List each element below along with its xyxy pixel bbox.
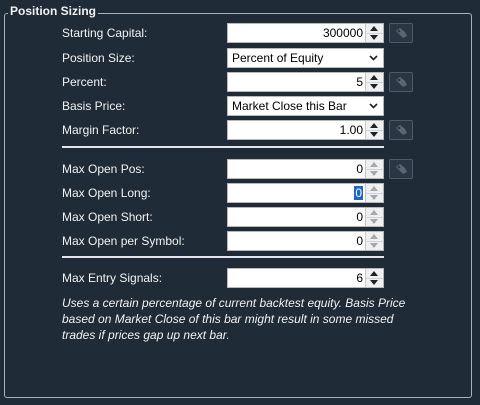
- optimize-icon: [396, 28, 407, 38]
- starting-capital-value: 300000: [322, 26, 363, 40]
- spin-up-icon[interactable]: [366, 208, 383, 217]
- spin-up-icon[interactable]: [366, 73, 383, 82]
- spin-arrows-icon[interactable]: [365, 121, 383, 139]
- spin-arrows-icon[interactable]: [365, 232, 383, 250]
- margin-factor-value: 1.00: [339, 123, 363, 137]
- starting-capital-field[interactable]: 300000: [227, 23, 384, 43]
- percent-field[interactable]: 5: [227, 72, 384, 92]
- spin-down-icon[interactable]: [366, 217, 383, 226]
- max-open-pos-optimize-button[interactable]: [389, 159, 413, 179]
- optimize-icon: [396, 125, 407, 135]
- optimize-icon: [396, 77, 407, 87]
- separator: [62, 146, 384, 148]
- spin-down-icon[interactable]: [366, 169, 383, 178]
- max-entry-signals-label: Max Entry Signals:: [62, 271, 163, 285]
- spin-arrows-icon[interactable]: [365, 73, 383, 91]
- description-text: Uses a certain percentage of current bac…: [62, 296, 406, 342]
- spin-down-icon[interactable]: [366, 193, 383, 202]
- max-open-short-field[interactable]: 0: [227, 207, 384, 227]
- percent-value: 5: [356, 75, 363, 89]
- optimize-icon: [396, 164, 407, 174]
- max-open-long-label: Max Open Long:: [62, 186, 151, 200]
- chevron-down-icon: [369, 103, 378, 109]
- spin-up-icon[interactable]: [366, 160, 383, 169]
- spin-arrows-icon[interactable]: [365, 269, 383, 287]
- spin-down-icon[interactable]: [366, 241, 383, 250]
- max-open-per-symbol-field[interactable]: 0: [227, 231, 384, 251]
- starting-capital-optimize-button[interactable]: [389, 23, 413, 43]
- max-open-long-value: 0: [354, 186, 363, 200]
- chevron-down-icon: [369, 55, 378, 61]
- spin-down-icon[interactable]: [366, 82, 383, 91]
- max-open-pos-value: 0: [356, 162, 363, 176]
- spin-up-icon[interactable]: [366, 184, 383, 193]
- basis-price-value: Market Close this Bar: [232, 99, 347, 113]
- margin-factor-field[interactable]: 1.00: [227, 120, 384, 140]
- position-size-label: Position Size:: [62, 51, 135, 65]
- max-open-pos-label: Max Open Pos:: [62, 162, 145, 176]
- spin-up-icon[interactable]: [366, 121, 383, 130]
- position-size-dropdown[interactable]: Percent of Equity: [227, 48, 384, 68]
- basis-price-dropdown[interactable]: Market Close this Bar: [227, 96, 384, 116]
- spin-arrows-icon[interactable]: [365, 184, 383, 202]
- basis-price-label: Basis Price:: [62, 99, 126, 113]
- max-entry-signals-field[interactable]: 6: [227, 268, 384, 288]
- max-open-short-value: 0: [356, 210, 363, 224]
- position-size-value: Percent of Equity: [232, 51, 324, 65]
- spin-up-icon[interactable]: [366, 232, 383, 241]
- max-open-long-field[interactable]: 0: [227, 183, 384, 203]
- max-open-per-symbol-value: 0: [356, 234, 363, 248]
- separator: [62, 256, 384, 258]
- spin-up-icon[interactable]: [366, 24, 383, 33]
- starting-capital-label: Starting Capital:: [62, 26, 148, 40]
- margin-factor-label: Margin Factor:: [62, 123, 140, 137]
- spin-arrows-icon[interactable]: [365, 24, 383, 42]
- percent-optimize-button[interactable]: [389, 72, 413, 92]
- spin-down-icon[interactable]: [366, 130, 383, 139]
- spin-arrows-icon[interactable]: [365, 160, 383, 178]
- spin-down-icon[interactable]: [366, 278, 383, 287]
- max-entry-signals-value: 6: [356, 271, 363, 285]
- max-open-pos-field[interactable]: 0: [227, 159, 384, 179]
- max-open-per-symbol-label: Max Open per Symbol:: [62, 234, 185, 248]
- max-open-short-label: Max Open Short:: [62, 210, 153, 224]
- spin-up-icon[interactable]: [366, 269, 383, 278]
- group-title: Position Sizing: [8, 4, 98, 18]
- percent-label: Percent:: [62, 75, 107, 89]
- margin-factor-optimize-button[interactable]: [389, 120, 413, 140]
- spin-down-icon[interactable]: [366, 33, 383, 42]
- spin-arrows-icon[interactable]: [365, 208, 383, 226]
